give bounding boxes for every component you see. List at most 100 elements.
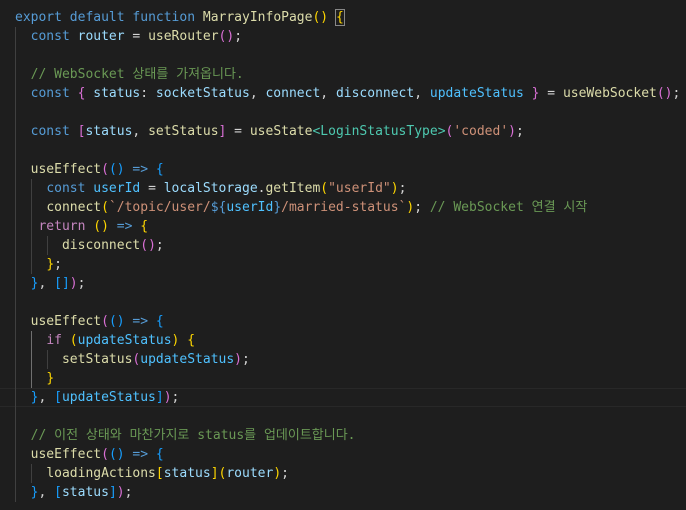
code-token: ()	[93, 219, 109, 234]
code-token: useRouter	[148, 29, 219, 44]
code-line[interactable]: useEffect(() => {	[0, 445, 686, 464]
code-line[interactable]: }, [updateStatus]);	[0, 388, 686, 407]
code-token: ;	[672, 86, 681, 101]
code-line[interactable]: // WebSocket 상태를 가져옵니다.	[0, 65, 686, 84]
code-line-text: setStatus(updateStatus);	[15, 350, 250, 369]
code-token: userId	[93, 181, 141, 196]
code-token: <LoginStatusType>	[312, 124, 446, 139]
code-line[interactable]	[0, 46, 686, 65]
code-line[interactable]: const router = useRouter();	[0, 27, 686, 46]
code-token: loadingActions	[46, 466, 156, 481]
code-line-text: loadingActions[status](router);	[15, 464, 289, 483]
code-token: ()	[108, 162, 125, 177]
code-line-text: // WebSocket 상태를 가져옵니다.	[15, 65, 244, 84]
code-line[interactable]: }, []);	[0, 274, 686, 293]
code-token: ;	[398, 181, 407, 196]
code-token: status	[85, 124, 133, 139]
code-line[interactable]: useEffect(() => {	[0, 312, 686, 331]
code-token: :	[140, 86, 156, 101]
code-line[interactable]	[0, 141, 686, 160]
code-token: updateStatus	[61, 390, 156, 405]
code-token: ()	[312, 10, 329, 25]
code-token: )	[508, 124, 516, 139]
code-line[interactable]: const { status: socketStatus, connect, d…	[0, 84, 686, 103]
code-token: return	[38, 219, 86, 234]
code-token: socketStatus	[155, 86, 250, 101]
code-token: const	[46, 181, 86, 196]
code-token: disconnect	[61, 238, 141, 253]
code-token: ,	[414, 86, 430, 101]
code-token: useEffect	[30, 314, 102, 329]
code-line-text: }, [status]);	[15, 483, 133, 502]
code-token: connect	[46, 200, 102, 215]
code-token: router	[77, 29, 125, 44]
code-line[interactable]: }	[0, 369, 686, 388]
code-line-text: }, [updateStatus]);	[15, 388, 180, 407]
code-line[interactable]	[0, 407, 686, 426]
code-token: // 이전 상태와 마찬가지로 status를 업데이트합니다.	[30, 428, 356, 443]
code-token: ,	[132, 124, 149, 139]
code-token: )	[234, 352, 242, 367]
code-line[interactable]: setStatus(updateStatus);	[0, 350, 686, 369]
code-line-text: if (updateStatus) {	[15, 331, 195, 350]
code-token: export	[15, 10, 62, 25]
code-line[interactable]: useEffect(() => {	[0, 160, 686, 179]
code-token: disconnect	[335, 86, 415, 101]
code-token: }	[46, 257, 55, 272]
code-line[interactable]: disconnect();	[0, 236, 686, 255]
code-line[interactable]: loadingActions[status](router);	[0, 464, 686, 483]
code-token: "userId"	[328, 181, 391, 196]
code-line[interactable]	[0, 293, 686, 312]
code-line-text: return () => {	[15, 217, 148, 236]
code-editor[interactable]: export default function MarrayInfoPage()…	[0, 0, 686, 510]
code-token: }	[46, 371, 55, 386]
code-token: =	[539, 86, 563, 101]
code-token: ()	[218, 29, 235, 44]
code-token: {	[155, 447, 164, 462]
code-token: userId	[226, 200, 274, 215]
code-line[interactable]: // 이전 상태와 마찬가지로 status를 업데이트합니다.	[0, 426, 686, 445]
code-line[interactable]: export default function MarrayInfoPage()…	[0, 8, 686, 27]
code-line[interactable]: connect(`/topic/user/${userId}/married-s…	[0, 198, 686, 217]
code-token: updateStatus	[429, 86, 524, 101]
code-token: ()	[108, 314, 125, 329]
code-token: =	[140, 181, 164, 196]
code-token: ]	[210, 466, 219, 481]
code-token: updateStatus	[140, 352, 235, 367]
code-token: (	[101, 314, 109, 329]
code-line[interactable]: };	[0, 255, 686, 274]
code-token: {	[155, 314, 164, 329]
code-token: (	[101, 447, 109, 462]
code-token: {	[187, 333, 196, 348]
code-line[interactable]: const [status, setStatus] = useState<Log…	[0, 122, 686, 141]
code-line[interactable]	[0, 103, 686, 122]
code-line[interactable]: if (updateStatus) {	[0, 331, 686, 350]
code-line[interactable]: return () => {	[0, 217, 686, 236]
code-line[interactable]: }, [status]);	[0, 483, 686, 502]
code-token: ;	[242, 352, 250, 367]
code-token: ${	[210, 200, 227, 215]
code-token: ()	[140, 238, 156, 253]
code-token: status	[93, 86, 141, 101]
code-line[interactable]: const userId = localStorage.getItem("use…	[0, 179, 686, 198]
code-token: {	[334, 9, 345, 26]
